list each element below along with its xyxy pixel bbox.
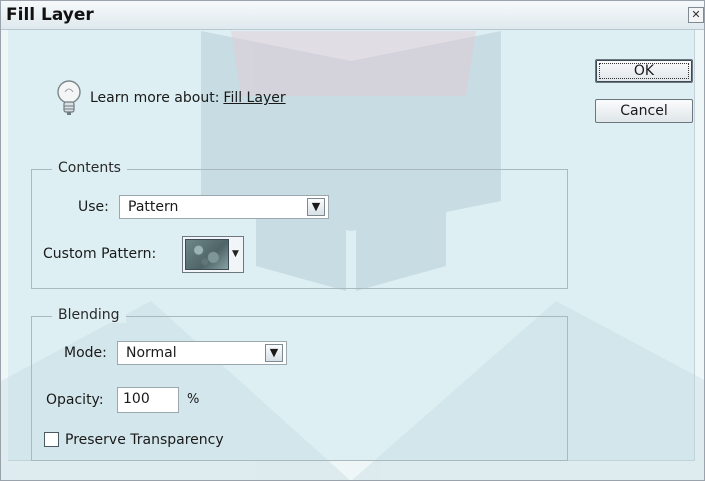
mode-label: Mode:: [64, 345, 107, 361]
blending-legend: Blending: [52, 307, 126, 323]
learn-more-link[interactable]: Fill Layer: [223, 90, 285, 106]
use-label: Use:: [78, 199, 109, 215]
preserve-transparency-label[interactable]: Preserve Transparency: [65, 432, 224, 448]
pattern-swatch[interactable]: [185, 239, 229, 270]
contents-legend: Contents: [52, 160, 127, 176]
opacity-input[interactable]: 100: [117, 387, 179, 413]
ok-button[interactable]: OK: [595, 59, 693, 83]
pattern-dropdown-arrow-icon[interactable]: ▼: [229, 239, 242, 270]
chevron-down-icon[interactable]: ▼: [265, 344, 283, 362]
close-button[interactable]: ✕: [688, 7, 704, 23]
opacity-value: 100: [123, 391, 150, 407]
preserve-transparency-checkbox[interactable]: [44, 432, 59, 447]
title-bar: Fill Layer ✕: [1, 1, 704, 30]
custom-pattern-picker[interactable]: ▼: [182, 236, 244, 273]
chevron-down-icon[interactable]: ▼: [307, 198, 325, 216]
close-icon: ✕: [691, 8, 701, 21]
use-select[interactable]: Pattern ▼: [119, 195, 329, 219]
learn-more-row: Learn more about: Fill Layer: [56, 78, 286, 118]
lightbulb-icon: [57, 80, 81, 115]
cancel-button-label: Cancel: [620, 103, 668, 119]
learn-more-label: Learn more about:: [90, 90, 220, 106]
cancel-button[interactable]: Cancel: [595, 99, 693, 123]
use-select-value: Pattern: [128, 199, 179, 215]
dialog-title: Fill Layer: [6, 5, 94, 25]
contents-group: Contents: [31, 160, 568, 289]
opacity-unit: %: [187, 392, 200, 407]
fill-layer-dialog: Fill Layer ✕ Learn more about: Fill Laye…: [0, 0, 705, 481]
opacity-label: Opacity:: [46, 392, 104, 408]
mode-select-value: Normal: [126, 345, 177, 361]
mode-select[interactable]: Normal ▼: [117, 341, 287, 365]
focus-ring: [599, 63, 689, 79]
custom-pattern-label: Custom Pattern:: [43, 246, 157, 262]
